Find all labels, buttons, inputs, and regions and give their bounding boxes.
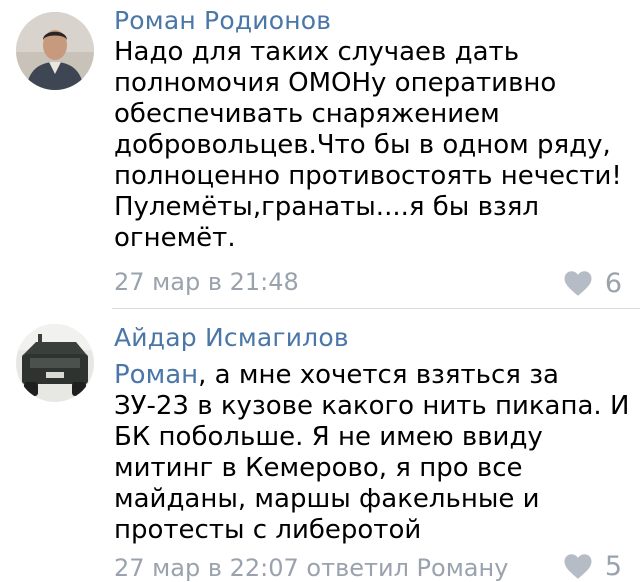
comment-text-line: ЗУ-23 в кузове какого нить пикапа. И — [114, 391, 630, 421]
heart-icon — [564, 271, 592, 296]
avatar-photo — [16, 12, 94, 90]
heart-icon — [564, 554, 592, 579]
avatar[interactable] — [16, 12, 94, 90]
comment-author[interactable]: Айдар Исмагилов — [114, 323, 349, 352]
comment-text-line: майданы, маршы факельные и — [114, 484, 540, 514]
comment-text-line: добровольцев.Что бы в одном ряду, — [114, 130, 611, 160]
comment-text-line: полномочия ОМОНу оперативно — [114, 68, 557, 98]
comment-text-line: Надо для таких случаев дать — [114, 37, 520, 67]
like-count: 5 — [604, 551, 622, 582]
comment-text-line: митинг в Кемерово, я про все — [114, 453, 523, 483]
comment-timestamp: 27 мар в 22:07 ответил Роману — [114, 554, 509, 582]
comment-text: Роман, а мне хочется взяться за ЗУ-23 в … — [114, 360, 630, 546]
comment-author[interactable]: Роман Родионов — [114, 6, 331, 35]
reply-mention-link[interactable]: Роман — [114, 360, 198, 390]
like-button[interactable]: 6 — [563, 268, 622, 299]
like-button[interactable]: 5 — [563, 551, 622, 582]
avatar-photo — [16, 324, 94, 402]
comment-text: Надо для таких случаев дать полномочия О… — [114, 37, 624, 254]
comment-text-fragment: , а мне хочется взяться за — [198, 360, 559, 390]
comment-text-line: огнемёт. — [114, 223, 236, 253]
comment-text-line: Роман, а мне хочется взяться за — [114, 360, 624, 391]
avatar[interactable] — [16, 324, 94, 402]
comment-item: Роман Родионов Надо для таких случаев да… — [0, 0, 640, 308]
comment-text-line: протесты с либеротой — [114, 515, 422, 545]
comment-text-line: полноценно противостоять нечести! — [114, 161, 622, 191]
comment-item: Айдар Исмагилов Роман, а мне хочется взя… — [0, 308, 640, 582]
comment-text-line: обеспечивать снаряжением — [114, 99, 500, 129]
comment-text-line: Пулемёты,гранаты....я бы взял — [114, 192, 540, 222]
comment-timestamp: 27 мар в 21:48 — [114, 268, 299, 296]
like-count: 6 — [604, 268, 622, 299]
comment-text-line: БК побольше. Я не имею ввиду — [114, 422, 543, 452]
